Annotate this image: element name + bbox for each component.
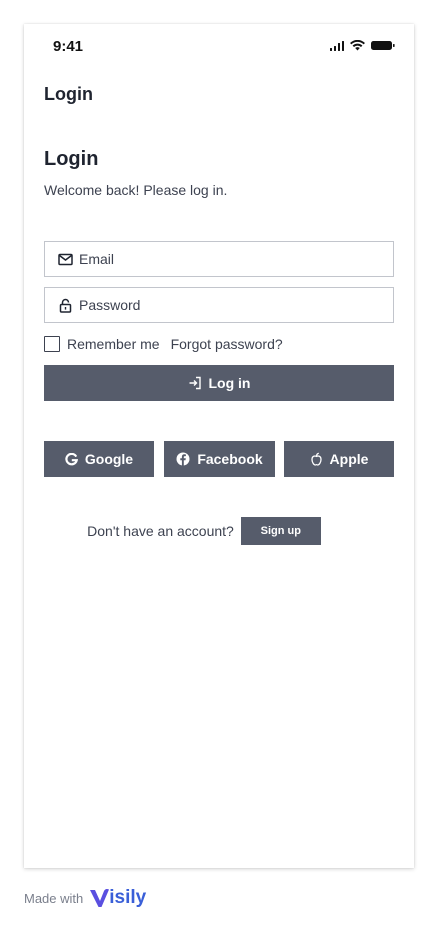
login-label: Log in bbox=[208, 375, 251, 391]
remember-checkbox[interactable] bbox=[44, 336, 60, 352]
facebook-button[interactable]: Facebook bbox=[164, 441, 275, 477]
facebook-icon bbox=[176, 452, 190, 466]
remember-label: Remember me bbox=[67, 336, 160, 352]
signup-prompt: Don't have an account? bbox=[87, 523, 234, 539]
password-placeholder: Password bbox=[79, 297, 141, 313]
apple-icon bbox=[310, 452, 322, 466]
email-placeholder: Email bbox=[79, 251, 115, 267]
signup-button[interactable]: Sign up bbox=[240, 517, 321, 545]
visily-logo: isily bbox=[89, 887, 146, 909]
battery-icon bbox=[371, 41, 395, 50]
apple-button[interactable]: Apple bbox=[284, 441, 394, 477]
page-title: Login bbox=[44, 148, 99, 170]
google-icon bbox=[65, 452, 78, 465]
login-button[interactable]: Log in bbox=[44, 365, 394, 401]
status-bar: 9:41 bbox=[24, 24, 414, 68]
brand-name: isily bbox=[109, 887, 147, 908]
made-with-text: Made with bbox=[24, 890, 84, 906]
status-icons bbox=[329, 40, 396, 51]
password-field[interactable]: Password bbox=[44, 287, 394, 323]
cellular-signal-icon bbox=[329, 40, 344, 51]
mail-icon bbox=[57, 251, 73, 267]
signup-label: Sign up bbox=[260, 525, 301, 537]
facebook-label: Facebook bbox=[197, 451, 263, 467]
google-label: Google bbox=[84, 451, 134, 467]
phone-frame: 9:41 Login Login Welcome back! Please lo… bbox=[24, 24, 414, 868]
apple-label: Apple bbox=[329, 451, 369, 467]
signup-row: Don't have an account? Sign up bbox=[24, 517, 414, 545]
lock-icon bbox=[57, 297, 73, 313]
email-field[interactable]: Email bbox=[44, 241, 394, 277]
page-subtitle: Welcome back! Please log in. bbox=[44, 182, 228, 198]
remember-row: Remember me Forgot password? bbox=[44, 336, 283, 352]
nav-title: Login bbox=[44, 84, 93, 104]
forgot-password-link[interactable]: Forgot password? bbox=[171, 336, 283, 352]
google-button[interactable]: Google bbox=[44, 441, 154, 477]
status-time: 9:41 bbox=[53, 38, 84, 55]
visily-v-icon bbox=[90, 889, 110, 907]
wifi-icon bbox=[350, 40, 365, 51]
made-with-badge[interactable]: Made with isily bbox=[24, 884, 146, 912]
log-in-icon bbox=[189, 376, 201, 390]
